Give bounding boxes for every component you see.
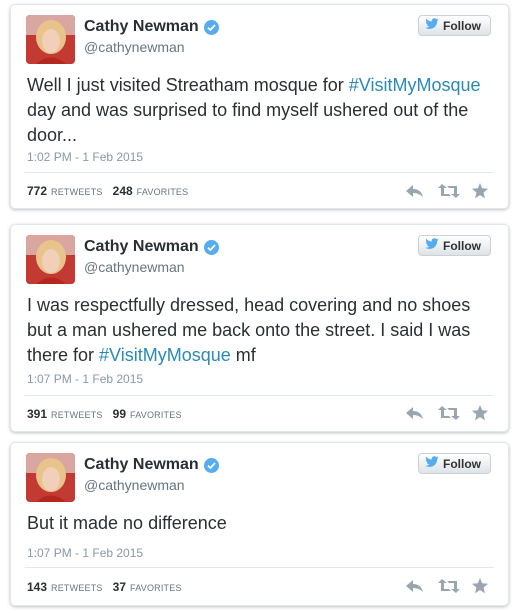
user-handle[interactable]: @cathynewman: [84, 477, 185, 493]
twitter-bird-icon: [425, 456, 439, 471]
timestamp[interactable]: 1:07 PM - 1 Feb 2015: [27, 546, 143, 560]
display-name[interactable]: Cathy Newman: [84, 238, 219, 256]
reply-icon[interactable]: [405, 578, 425, 594]
retweets-label: RETWEETS: [51, 187, 103, 197]
tweet-text: But it made no difference: [27, 513, 227, 533]
reply-icon[interactable]: [405, 183, 425, 199]
tweet-card: Cathy Newman @cathynewman Follow I was r…: [10, 224, 509, 432]
avatar[interactable]: [26, 453, 75, 502]
verified-badge-icon: [203, 19, 219, 35]
favorites-label: FAVORITES: [136, 187, 189, 197]
tweet-actions: [405, 578, 491, 594]
display-name-text[interactable]: Cathy Newman: [84, 238, 199, 256]
favorite-star-icon[interactable]: [471, 405, 491, 421]
retweets-label: RETWEETS: [51, 410, 103, 420]
divider: [25, 395, 494, 396]
verified-badge-icon: [203, 457, 219, 473]
tweet-text: Well I just visited Streatham mosque for…: [27, 75, 481, 145]
avatar[interactable]: [26, 15, 75, 64]
favorites-label: FAVORITES: [130, 410, 182, 420]
favorites-label: FAVORITES: [130, 583, 182, 593]
retweets-label: RETWEETS: [51, 583, 103, 593]
follow-button-label: Follow: [443, 238, 481, 253]
user-handle[interactable]: @cathynewman: [84, 39, 185, 55]
favorite-star-icon[interactable]: [471, 183, 491, 199]
twitter-bird-icon: [425, 18, 439, 33]
tweet-text: I was respectfully dressed, head coverin…: [27, 295, 471, 365]
user-handle[interactable]: @cathynewman: [84, 259, 185, 275]
tweet-actions: [405, 183, 491, 199]
favorite-count[interactable]: 37: [113, 580, 126, 594]
display-name[interactable]: Cathy Newman: [84, 18, 219, 36]
follow-button[interactable]: Follow: [418, 235, 491, 256]
retweet-icon[interactable]: [438, 578, 460, 594]
retweet-count[interactable]: 772: [27, 184, 47, 198]
display-name-text[interactable]: Cathy Newman: [84, 456, 199, 474]
retweet-icon[interactable]: [438, 405, 460, 421]
follow-button[interactable]: Follow: [418, 15, 491, 36]
tweet-card: Cathy Newman @cathynewman Follow Well I …: [10, 4, 509, 209]
timestamp[interactable]: 1:07 PM - 1 Feb 2015: [27, 372, 143, 386]
tweet-stats: 391 RETWEETS 99 FAVORITES: [27, 407, 188, 421]
avatar[interactable]: [26, 235, 75, 284]
retweet-icon[interactable]: [438, 183, 460, 199]
tweet-card: Cathy Newman @cathynewman Follow But it …: [10, 442, 509, 606]
favorite-count[interactable]: 99: [113, 407, 126, 421]
retweet-count[interactable]: 143: [27, 580, 47, 594]
follow-button-label: Follow: [443, 18, 481, 33]
tweet-actions: [405, 405, 491, 421]
verified-badge-icon: [203, 239, 219, 255]
follow-button-label: Follow: [443, 456, 481, 471]
tweet-stats: 772 RETWEETS 248 FAVORITES: [27, 184, 194, 198]
follow-button[interactable]: Follow: [418, 453, 491, 474]
hashtag-link[interactable]: #VisitMyMosque: [349, 75, 481, 95]
favorite-star-icon[interactable]: [471, 578, 491, 594]
display-name[interactable]: Cathy Newman: [84, 456, 219, 474]
tweet-stats: 143 RETWEETS 37 FAVORITES: [27, 580, 188, 594]
reply-icon[interactable]: [405, 405, 425, 421]
retweet-count[interactable]: 391: [27, 407, 47, 421]
divider: [25, 567, 494, 568]
twitter-bird-icon: [425, 238, 439, 253]
hashtag-link[interactable]: #VisitMyMosque: [99, 345, 231, 365]
divider: [25, 172, 494, 173]
display-name-text[interactable]: Cathy Newman: [84, 18, 199, 36]
favorite-count[interactable]: 248: [113, 184, 133, 198]
timestamp[interactable]: 1:02 PM - 1 Feb 2015: [27, 150, 143, 164]
